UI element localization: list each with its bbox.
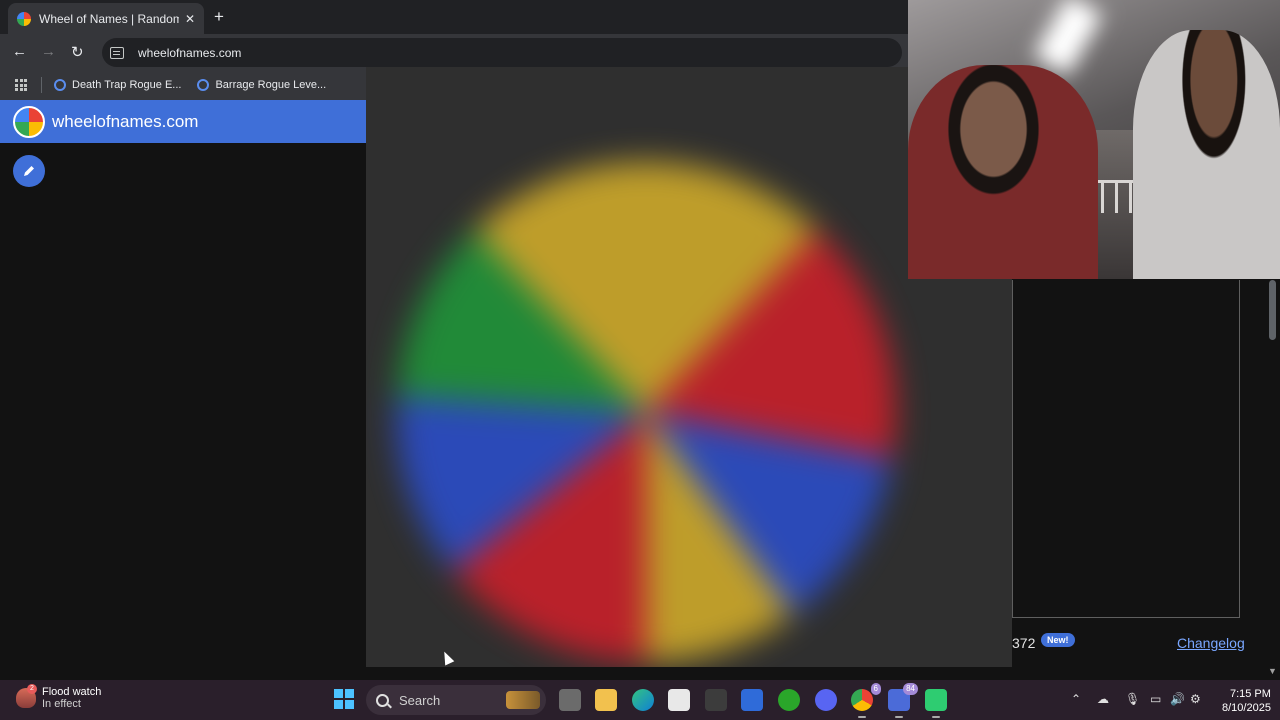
clock-date: 8/10/2025 (1222, 702, 1271, 714)
spinning-wheel[interactable] (396, 162, 896, 662)
bookmark-label: Death Trap Rogue E... (72, 79, 182, 91)
weather-subtitle: In effect (42, 698, 81, 710)
teams-icon[interactable]: 84 (888, 683, 918, 718)
page-scrollbar[interactable] (1269, 280, 1276, 340)
address-bar[interactable]: wheelofnames.com (102, 38, 902, 67)
windows-start-icon[interactable] (334, 689, 354, 709)
microphone-icon[interactable]: 🎙 (1125, 692, 1140, 706)
bookmark-site-icon (54, 79, 66, 91)
edit-button[interactable] (13, 155, 45, 187)
clock-time: 7:15 PM (1229, 688, 1271, 700)
network-icon[interactable]: ⚙ (1190, 692, 1201, 706)
onedrive-icon[interactable]: ☁ (1097, 692, 1109, 706)
entries-textbox[interactable] (1012, 280, 1240, 618)
reload-icon[interactable]: ↻ (71, 43, 84, 61)
teams-badge: 84 (903, 683, 918, 695)
search-placeholder: Search (399, 692, 441, 708)
app-header: wheelofnames.com (0, 100, 366, 143)
speaker-icon[interactable]: 🔊 (1170, 692, 1185, 706)
xbox-icon[interactable] (778, 689, 800, 711)
webcam-ceiling-light (1033, 0, 1103, 76)
bookmark-barrage[interactable]: Barrage Rogue Leve... (197, 79, 326, 91)
bookmark-separator (41, 77, 42, 93)
webcam-person-left (908, 65, 1098, 279)
weather-alert-icon: 2 (16, 684, 37, 708)
chrome-icon[interactable]: 6 (851, 683, 881, 718)
taskbar: 2 Flood watch In effect Search 6 84 ⌃ ☁ … (0, 680, 1280, 720)
visual-studio-icon[interactable] (741, 689, 763, 711)
unity-icon[interactable] (705, 689, 727, 711)
taskbar-search[interactable]: Search (366, 685, 546, 715)
bookmark-death-trap[interactable]: Death Trap Rogue E... (54, 79, 181, 91)
version-number: 372 (1012, 635, 1036, 651)
bookmark-label: Barrage Rogue Leve... (215, 79, 327, 91)
app-title[interactable]: wheelofnames.com (52, 112, 198, 132)
apps-grid-icon[interactable] (15, 79, 27, 91)
chevron-up-icon[interactable]: ⌃ (1071, 692, 1081, 706)
webcam-person-right (1133, 30, 1280, 279)
wheel-favicon-icon (17, 11, 31, 26)
webcam-overlay (908, 0, 1280, 279)
url-text[interactable]: wheelofnames.com (138, 46, 241, 60)
obs-recorder-icon[interactable] (925, 689, 947, 718)
wheel-logo-icon[interactable] (13, 105, 45, 138)
back-arrow-icon[interactable]: ← (12, 43, 27, 60)
weather-title: Flood watch (42, 686, 102, 698)
changelog-link[interactable]: Changelog (1177, 635, 1245, 651)
weather-widget[interactable]: 2 Flood watch In effect (16, 684, 102, 710)
weather-badge: 2 (27, 684, 37, 694)
browser-tab[interactable]: Wheel of Names | Random name picker ✕ (8, 3, 204, 34)
search-highlight-image (506, 691, 540, 709)
site-info-icon[interactable] (110, 46, 124, 59)
new-tab-button[interactable]: + (214, 7, 224, 27)
running-indicator (932, 716, 940, 718)
bookmark-site-icon (197, 79, 210, 91)
file-explorer-icon[interactable] (595, 689, 617, 711)
discord-icon[interactable] (815, 689, 837, 711)
running-indicator (895, 716, 903, 718)
bookmarks-bar: Death Trap Rogue E... Barrage Rogue Leve… (0, 70, 366, 100)
scroll-down-icon[interactable]: ▼ (1268, 666, 1277, 676)
system-clock[interactable]: 7:15 PM 8/10/2025 (1222, 687, 1271, 715)
close-tab-icon[interactable]: ✕ (185, 12, 195, 26)
forward-arrow-icon[interactable]: → (41, 43, 56, 60)
chrome-badge: 6 (870, 683, 881, 695)
new-badge: New! (1041, 633, 1075, 647)
task-view-icon[interactable] (559, 689, 581, 711)
pencil-icon (24, 166, 34, 176)
search-icon (376, 693, 389, 707)
running-indicator (858, 716, 866, 718)
edge-icon[interactable] (632, 689, 654, 711)
display-icon[interactable]: ▭ (1150, 692, 1161, 706)
store-icon[interactable] (668, 689, 690, 711)
tab-title: Wheel of Names | Random name picker (39, 11, 179, 26)
